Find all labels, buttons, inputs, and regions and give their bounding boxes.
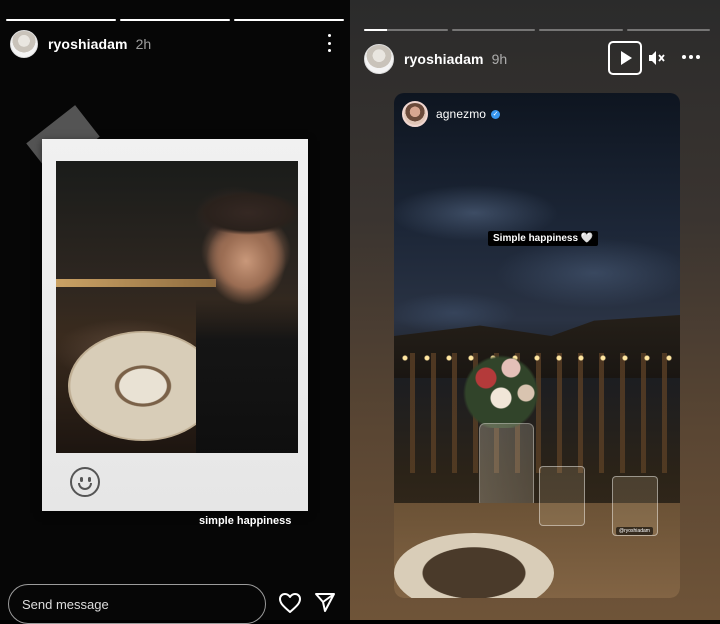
story-caption: simple happiness xyxy=(199,515,292,527)
progress-segment xyxy=(539,29,623,31)
story-progress-bar xyxy=(364,29,710,31)
username[interactable]: ryoshiadam xyxy=(404,51,484,67)
story-photo xyxy=(56,161,298,453)
more-horizontal-icon[interactable] xyxy=(682,55,700,59)
username[interactable]: ryoshiadam xyxy=(48,36,128,52)
progress-segment xyxy=(120,19,230,21)
story-left[interactable]: ryoshiadam 2h simple happiness xyxy=(0,0,350,624)
play-button[interactable] xyxy=(608,41,642,75)
verified-badge-icon: ✓ xyxy=(491,109,501,119)
mute-icon[interactable] xyxy=(648,50,666,66)
polaroid-frame xyxy=(42,139,308,511)
story-right[interactable]: ryoshiadam 9h agnezmo ✓ Simple happiness… xyxy=(350,0,720,620)
play-icon xyxy=(621,51,632,65)
progress-segment xyxy=(626,29,710,31)
progress-segment xyxy=(234,19,344,21)
heart-icon[interactable] xyxy=(278,592,302,614)
post-time: 9h xyxy=(491,51,508,67)
progress-segment xyxy=(6,19,116,21)
send-icon[interactable] xyxy=(314,591,336,613)
progress-segment xyxy=(451,29,535,31)
glass xyxy=(539,466,585,526)
smiley-icon xyxy=(70,467,100,497)
story-progress-bar xyxy=(6,19,344,21)
send-message-input[interactable] xyxy=(8,584,266,624)
avatar[interactable] xyxy=(364,44,394,74)
mention-sticker[interactable]: @ryoshiadam xyxy=(616,527,653,535)
embedded-username[interactable]: agnezmo xyxy=(436,107,486,121)
flower-bouquet xyxy=(456,348,541,428)
vase xyxy=(479,423,534,508)
text-sticker: Simple happiness 🤍 xyxy=(488,231,599,246)
more-vertical-icon[interactable] xyxy=(323,34,335,52)
embedded-post[interactable]: agnezmo ✓ Simple happiness 🤍 @ryoshiadam xyxy=(394,93,680,598)
avatar[interactable] xyxy=(402,101,428,127)
story-viewer: ryoshiadam 2h simple happiness ryoshiada… xyxy=(0,0,720,624)
story-header: ryoshiadam 2h xyxy=(10,30,151,58)
avatar[interactable] xyxy=(10,30,38,58)
post-time: 2h xyxy=(135,36,152,52)
progress-segment xyxy=(364,29,448,31)
story-header: ryoshiadam 9h xyxy=(364,44,507,74)
embedded-post-header: agnezmo ✓ xyxy=(402,101,501,127)
